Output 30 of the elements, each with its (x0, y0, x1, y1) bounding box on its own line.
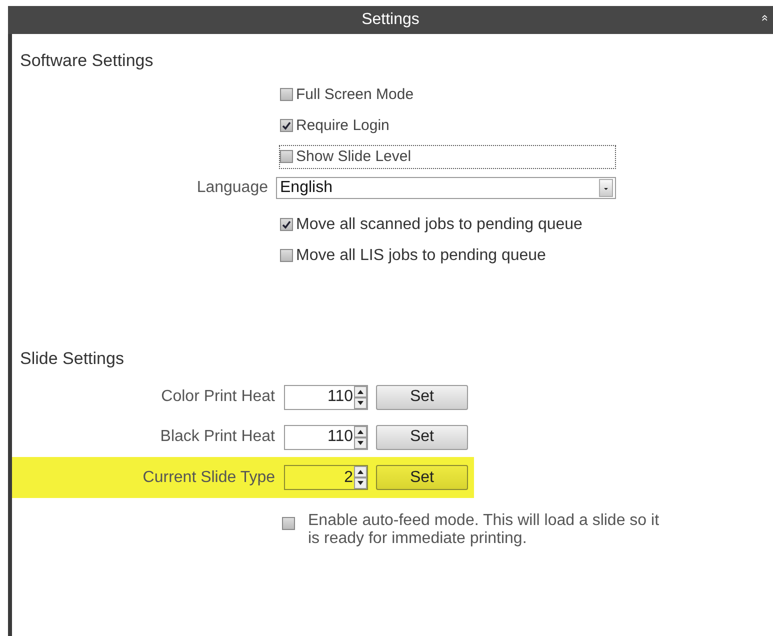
set-button[interactable]: Set (376, 465, 468, 490)
field-label: Current Slide Type (142, 468, 275, 486)
number-spinner[interactable]: 2 (284, 465, 368, 490)
checkbox-label: Show Slide Level (296, 148, 412, 165)
checkbox-label: Move all LIS jobs to pending queue (296, 246, 546, 264)
number-spinner[interactable]: 110 (284, 384, 368, 410)
field-label: Black Print Heat (159, 428, 275, 446)
checkbox-label: Full Screen Mode (296, 86, 414, 103)
spin-arrows-icon[interactable] (354, 466, 367, 489)
field-label: Color Print Heat (160, 388, 275, 406)
checkbox[interactable] (282, 517, 295, 530)
checkbox[interactable] (280, 249, 293, 262)
checkbox-label: Move all scanned jobs to pending queue (296, 216, 582, 234)
spin-arrows-icon[interactable] (354, 426, 367, 448)
checkbox-label: Require Login (296, 117, 390, 134)
number-spinner[interactable]: 110 (284, 424, 368, 450)
collapse-button[interactable]: « (758, 14, 773, 22)
language-dropdown[interactable]: English (276, 176, 616, 198)
section-heading: Software Settings (20, 51, 154, 71)
field-label: Language (196, 178, 268, 196)
checkbox-label: Enable auto-feed mode. This will load a slide so it is ready for immediate printing. (308, 512, 660, 548)
spin-arrows-icon[interactable] (354, 386, 367, 408)
set-button[interactable]: Set (376, 384, 468, 410)
checkbox[interactable] (280, 150, 293, 163)
checkbox[interactable] (280, 119, 293, 132)
checkbox[interactable] (280, 88, 293, 101)
window-title: Settings (362, 11, 420, 29)
set-button[interactable]: Set (376, 424, 468, 450)
section-heading: Slide Settings (20, 349, 125, 369)
checkbox[interactable] (280, 218, 293, 231)
